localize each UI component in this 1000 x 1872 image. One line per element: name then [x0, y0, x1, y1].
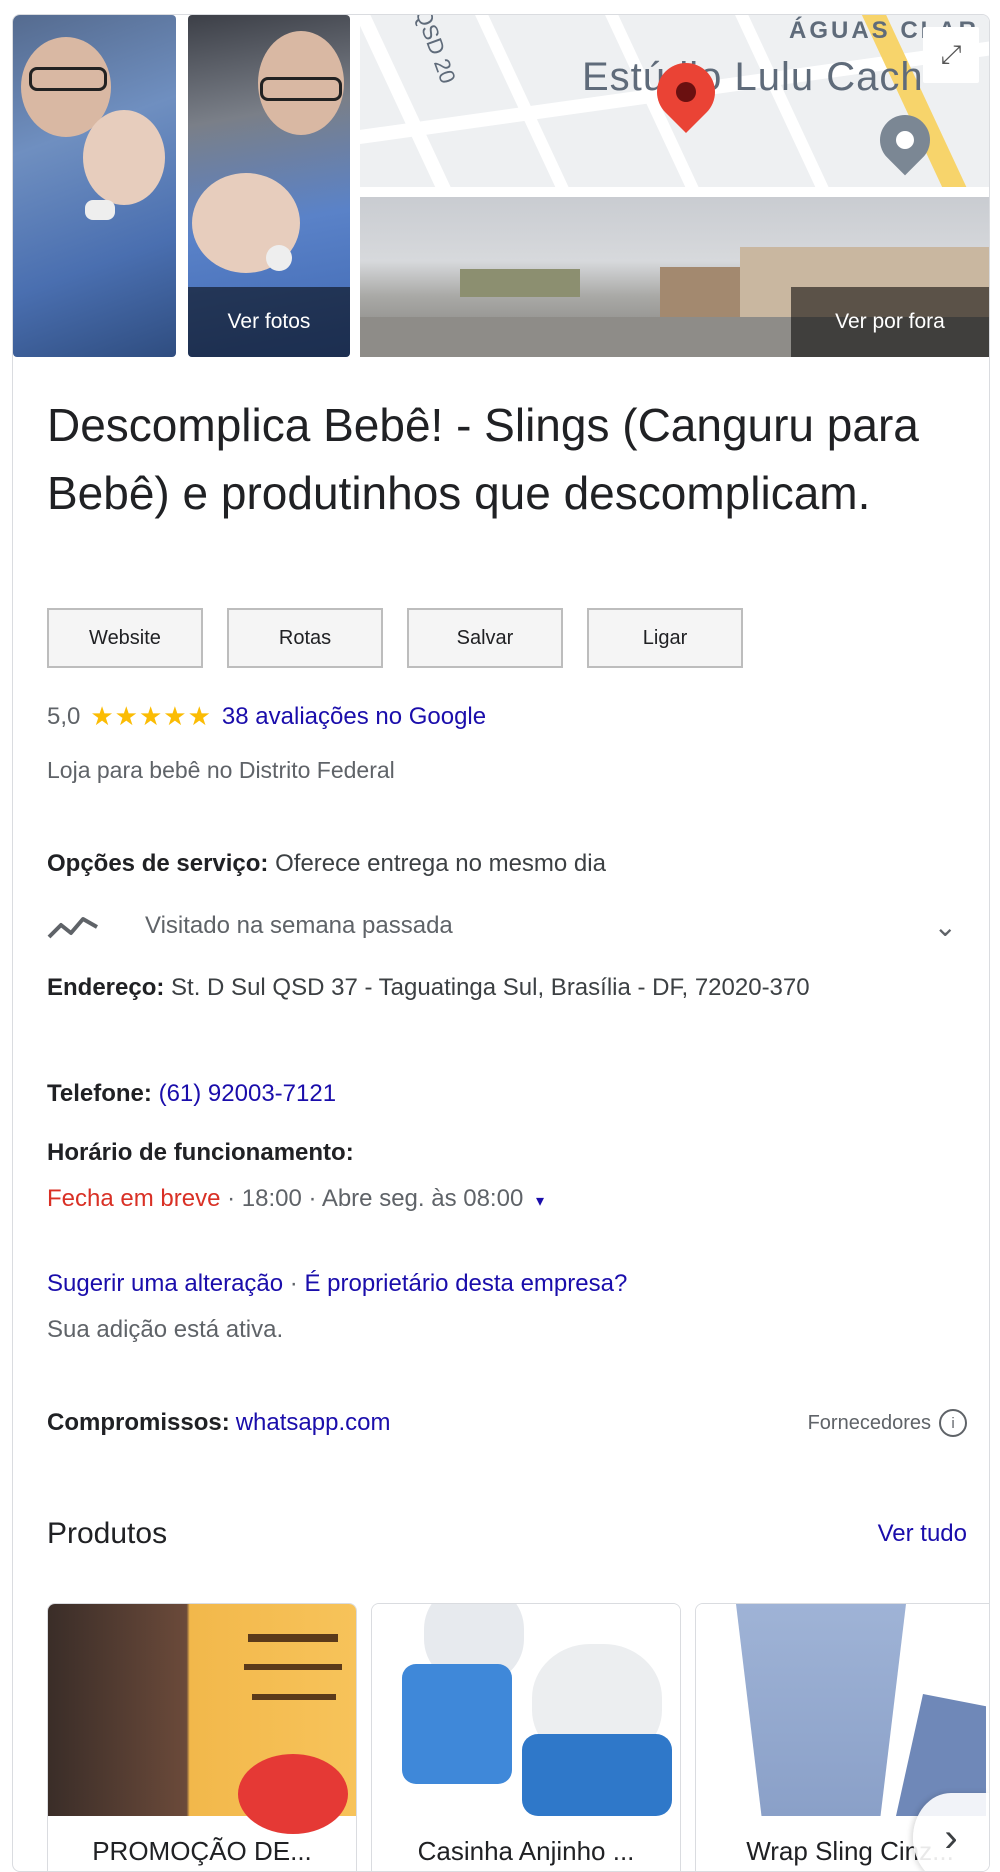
products-heading: Produtos	[47, 1517, 168, 1550]
rating-score: 5,0	[47, 702, 81, 730]
info-icon[interactable]: i	[939, 1409, 967, 1437]
separator: ·	[220, 1185, 242, 1212]
address-value[interactable]: St. D Sul QSD 37 - Taguatinga Sul, Brasí…	[171, 974, 810, 1001]
action-buttons: Website Rotas Salvar Ligar	[47, 608, 743, 668]
reviews-link[interactable]: 38 avaliações no Google	[222, 703, 486, 731]
website-button[interactable]: Website	[47, 608, 203, 668]
hours-label: Horário de funcionamento:	[47, 1139, 354, 1166]
carousel-next-icon[interactable]: ›	[913, 1793, 989, 1871]
phone-row: Telefone: (61) 92003-7121	[47, 1071, 336, 1117]
hours-row[interactable]: Fecha em breve · 18:00 · Abre seg. às 08…	[47, 1185, 544, 1213]
hours-status: Fecha em breve	[47, 1185, 221, 1212]
map-street-label: QSD 20	[410, 15, 461, 87]
map-place-label: Estúdio Lulu Cach	[582, 55, 924, 99]
appointments-link[interactable]: whatsapp.com	[236, 1409, 391, 1437]
business-title: Descomplica Bebê! - Slings (Canguru para…	[47, 399, 919, 519]
product-image	[696, 1604, 989, 1816]
see-outside-button[interactable]: Ver por fora	[791, 287, 989, 357]
see-photos-button[interactable]: Ver fotos	[188, 287, 350, 357]
knowledge-panel: Ver fotos QSD 20 ÁGUAS CLAR Estúdio Lulu…	[12, 14, 990, 1872]
address-row: Endereço: St. D Sul QSD 37 - Taguatinga …	[47, 965, 967, 1011]
separator: ·	[301, 1185, 322, 1212]
providers-label[interactable]: Fornecedores i	[808, 1409, 967, 1437]
visited-label: Visitado na semana passada	[145, 912, 453, 939]
service-options-row: Opções de serviço: Oferece entrega no me…	[47, 841, 606, 887]
photo-mother-baby-2[interactable]: Ver fotos	[188, 15, 350, 357]
appointments-label: Compromissos:	[47, 1409, 230, 1436]
edit-links: Sugerir uma alteração · É proprietário d…	[47, 1261, 627, 1353]
separator: ·	[283, 1270, 305, 1297]
rating-row: 5,0 ★★★★★ 38 avaliações no Google	[47, 701, 486, 732]
product-card[interactable]: PROMOÇÃO DE...	[47, 1603, 357, 1871]
photo-strip: Ver fotos QSD 20 ÁGUAS CLAR Estúdio Lulu…	[13, 15, 989, 359]
chevron-down-icon[interactable]: ⌄	[934, 910, 957, 943]
appointments-row: Compromissos: whatsapp.com Fornecedores …	[47, 1409, 967, 1437]
map-thumbnail[interactable]: QSD 20 ÁGUAS CLAR Estúdio Lulu Cach ⤢	[360, 15, 989, 187]
product-card[interactable]: Casinha Anjinho ...	[371, 1603, 681, 1871]
claim-business-link[interactable]: É proprietário desta empresa?	[304, 1270, 627, 1297]
visited-row[interactable]: Visitado na semana passada ⌄	[47, 903, 967, 949]
photo-mother-baby[interactable]	[13, 15, 176, 357]
hours-close-time: 18:00	[241, 1185, 302, 1212]
service-options-value: Oferece entrega no mesmo dia	[275, 850, 606, 877]
trend-icon	[47, 917, 98, 939]
service-options-label: Opções de serviço:	[47, 850, 269, 877]
phone-label: Telefone:	[47, 1080, 152, 1107]
address-label: Endereço:	[47, 974, 165, 1001]
call-button[interactable]: Ligar	[587, 608, 743, 668]
business-category: Loja para bebê no Distrito Federal	[47, 757, 395, 783]
product-image	[372, 1604, 680, 1816]
save-button[interactable]: Salvar	[407, 608, 563, 668]
products-carousel: PROMOÇÃO DE... Casinha Anjinho ... Wrap …	[47, 1603, 989, 1871]
providers-text: Fornecedores	[807, 1411, 931, 1434]
product-name: Casinha Anjinho ...	[417, 1836, 635, 1866]
see-all-products-link[interactable]: Ver tudo	[878, 1520, 967, 1548]
caret-down-icon[interactable]: ▾	[536, 1193, 544, 1210]
hours-next-open: Abre seg. às 08:00	[321, 1185, 524, 1212]
photo-street-view[interactable]: Ver por fora	[360, 197, 989, 357]
product-image	[48, 1604, 356, 1834]
products-header: Produtos Ver tudo	[47, 1517, 967, 1551]
phone-link[interactable]: (61) 92003-7121	[159, 1080, 336, 1107]
directions-button[interactable]: Rotas	[227, 608, 383, 668]
product-name: PROMOÇÃO DE...	[92, 1836, 312, 1866]
star-rating-icon: ★★★★★	[90, 701, 212, 731]
suggest-edit-link[interactable]: Sugerir uma alteração	[47, 1270, 283, 1297]
edit-note: Sua adição está ativa.	[47, 1316, 284, 1343]
expand-map-icon[interactable]: ⤢	[923, 27, 979, 83]
